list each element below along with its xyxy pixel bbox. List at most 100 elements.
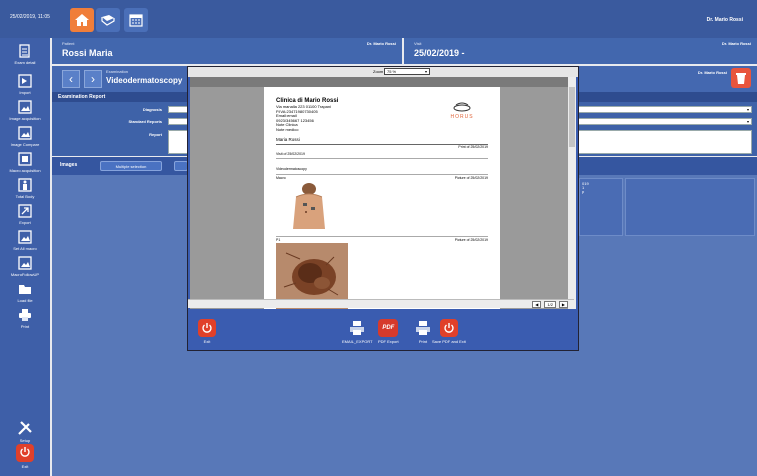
- divider: [276, 174, 488, 175]
- examination-doctor: Dr. Mario Rossi: [697, 70, 727, 75]
- next-page-button[interactable]: ▶: [558, 301, 568, 308]
- sidebar-item-label: Image Compare: [10, 142, 40, 147]
- import-icon: [18, 74, 32, 88]
- save-pdf-exit-label: Save PDF and Exit: [432, 339, 466, 344]
- sidebar-item-image-compare[interactable]: Image Compare: [0, 126, 50, 147]
- vertical-scrollbar[interactable]: [568, 77, 576, 309]
- patient-panel: Patient Rossi Maria Dr. Mario Rossi: [52, 38, 402, 64]
- sidebar-item-setup[interactable]: Setup: [0, 420, 50, 443]
- printer-icon: [416, 321, 430, 335]
- pager: ◀ 1/2 ▶: [532, 301, 568, 308]
- images-extra-button[interactable]: [174, 161, 188, 171]
- scroll-thumb[interactable]: [569, 87, 575, 147]
- sidebar-item-label: Import: [19, 90, 31, 95]
- divider: [276, 144, 488, 145]
- home-icon: [75, 14, 89, 26]
- folder-icon: [19, 285, 31, 294]
- divider: [276, 158, 488, 159]
- dialog-exit-button[interactable]: Exit: [198, 319, 216, 344]
- diagnosis-label: Diagnosis: [142, 107, 162, 112]
- report-label: Report: [149, 132, 162, 137]
- book-button[interactable]: [96, 8, 120, 32]
- chevron-down-icon: ▾: [746, 119, 749, 124]
- user-name: Dr. Mario Rossi: [706, 17, 743, 23]
- images-label: Images: [60, 162, 78, 168]
- sidebar-item-exit[interactable]: Exit: [0, 444, 50, 469]
- sidebar-item-set-all-macro[interactable]: Set All macro: [0, 230, 50, 251]
- zoom-value: 75 %: [387, 69, 397, 74]
- delete-button[interactable]: [731, 68, 751, 88]
- patient-name: Rossi Maria: [62, 48, 113, 58]
- divider: [276, 236, 488, 237]
- prev-button[interactable]: ‹: [62, 70, 80, 88]
- patient-label: Patient: [62, 41, 75, 46]
- sidebar-item-load-file[interactable]: Load file: [0, 282, 50, 303]
- save-pdf-exit-button[interactable]: Save PDF and Exit: [432, 319, 466, 344]
- sidebar-item-label: Total Body: [15, 194, 35, 199]
- image-icon: [18, 100, 32, 114]
- book-icon: [101, 15, 115, 26]
- chevron-left-icon: ‹: [69, 72, 73, 86]
- sidebar-item-import[interactable]: Import: [0, 74, 50, 95]
- pdf-export-button[interactable]: PDF PDF Export: [378, 319, 399, 344]
- body-icon: [18, 178, 32, 192]
- print-label: Print: [418, 339, 428, 344]
- sidebar-item-label: Print: [20, 324, 30, 329]
- doc-patient: Maria Rossi: [276, 137, 300, 142]
- sidebar-item-export[interactable]: Export: [0, 204, 50, 225]
- sidebar-item-print[interactable]: Print: [0, 308, 50, 329]
- page-indicator[interactable]: 1/2: [544, 301, 556, 308]
- zoom-select[interactable]: 75 % ▾: [384, 68, 430, 75]
- sidebar-item-label: Export: [19, 220, 31, 225]
- sidebar-item-macro-followup[interactable]: MacroFollowUP: [0, 256, 50, 277]
- picture-date: Picture of 25/02/2019: [454, 176, 488, 180]
- print-button[interactable]: Print: [414, 319, 432, 344]
- trash-icon: [736, 73, 746, 84]
- visit-date: 25/02/2019 -: [414, 48, 465, 58]
- dialog-footer: Exit EMAIL_EXPORT PDF PDF Export Print S…: [188, 311, 578, 351]
- document-viewer: Clinica di Mario Rossi Via manalla 223 0…: [190, 77, 576, 309]
- first-page-button[interactable]: ◀: [532, 301, 542, 308]
- sidebar-item-exam-detail[interactable]: Exam detail: [0, 44, 50, 65]
- email-export-button[interactable]: EMAIL_EXPORT: [342, 319, 373, 344]
- datetime: 25/02/2019, 11:05: [10, 14, 50, 20]
- page-margin-left: [190, 87, 264, 309]
- horus-logo: HORUS: [444, 102, 480, 120]
- sidebar-item-total-body[interactable]: Total Body: [0, 178, 50, 199]
- pdf-icon: PDF: [378, 319, 399, 337]
- sidebar-item-image-acquisition[interactable]: Image acquisition: [0, 100, 50, 121]
- sidebar-item-label: Exit: [21, 464, 29, 469]
- image-icon: [18, 256, 32, 270]
- document-icon: [19, 44, 30, 58]
- visit-panel: Visit 25/02/2019 - Dr. Mario Rossi: [404, 38, 757, 64]
- section-p1: P1: [276, 238, 281, 242]
- standard-reports-label: Standard Reports: [128, 119, 162, 124]
- logo-text: HORUS: [450, 114, 474, 120]
- sidebar-item-macro-acquisition[interactable]: Macro acquisition: [0, 152, 50, 173]
- visit-label: Visit: [414, 41, 422, 46]
- image-tile[interactable]: [625, 178, 755, 236]
- next-button[interactable]: ›: [84, 70, 102, 88]
- export-icon: [18, 204, 32, 218]
- print-of: Print of 25/02/2019: [458, 145, 488, 149]
- calendar-button[interactable]: [124, 8, 148, 32]
- multiple-selection-button[interactable]: Multiple selection: [100, 161, 162, 171]
- chevron-down-icon: ▾: [746, 107, 749, 112]
- zoom-label: Zoom: [373, 69, 384, 74]
- email-export-label: EMAIL_EXPORT: [342, 339, 373, 344]
- sidebar-item-label: Macro acquisition: [9, 168, 41, 173]
- sidebar-item-label: MacroFollowUP: [10, 272, 40, 277]
- tile-text: p: [582, 189, 585, 194]
- image-compare-icon: [18, 126, 32, 140]
- print-preview-dialog: Zoom 75 % ▾ Clinica di Mario Rossi Via m…: [187, 66, 579, 351]
- image-icon: [18, 230, 32, 244]
- section-macro: Macro: [276, 176, 286, 180]
- tools-icon: [18, 421, 32, 435]
- image-tile[interactable]: 019 1 p: [579, 178, 623, 236]
- home-button[interactable]: [70, 8, 94, 32]
- sidebar-item-label: Load file: [17, 298, 33, 303]
- sidebar-item-label: Image acquisition: [9, 116, 41, 121]
- sidebar-item-label: Exam detail: [14, 60, 36, 65]
- clinic-info: Via manalla 223 01100 Trapani P.IVA:2347…: [276, 104, 331, 133]
- horizontal-scrollbar[interactable]: ◀ 1/2 ▶: [188, 299, 574, 308]
